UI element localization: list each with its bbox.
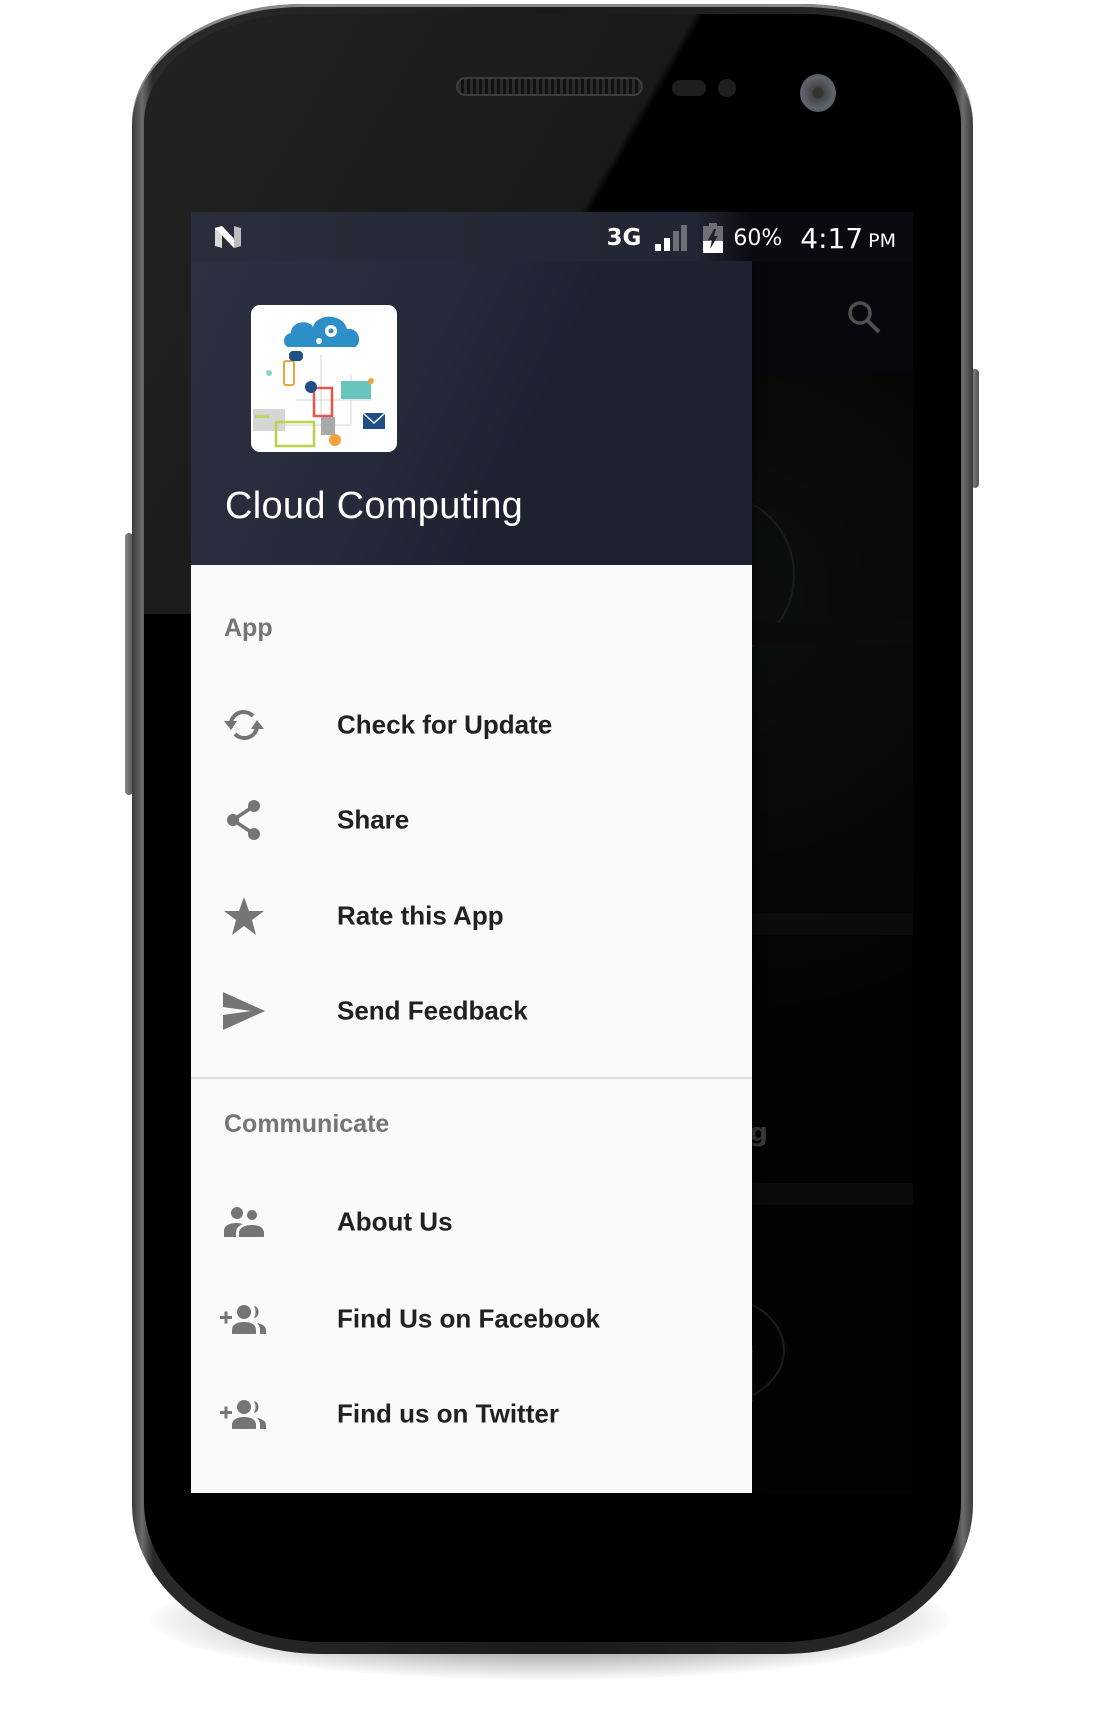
- section-label-app: App: [224, 614, 273, 642]
- menu-label: Rate this App: [337, 900, 504, 931]
- device-screen: 3G 60% 4:17 PM Cloud Computing App Check…: [191, 212, 913, 1493]
- menu-item-check-for-update[interactable]: Check for Update: [191, 679, 752, 771]
- star-icon: [219, 894, 269, 938]
- menu-item-find-us-on-facebook[interactable]: Find Us on Facebook: [191, 1273, 752, 1365]
- menu-label: Check for Update: [337, 709, 553, 740]
- menu-item-about-us[interactable]: About Us: [191, 1176, 752, 1268]
- menu-label: Send Feedback: [337, 995, 528, 1026]
- menu-label: Find us on Twitter: [337, 1398, 559, 1429]
- section-divider: [191, 1077, 752, 1079]
- battery-percent: 60%: [733, 225, 783, 251]
- clock-ampm: PM: [868, 230, 896, 252]
- menu-item-find-us-on-twitter[interactable]: Find us on Twitter: [191, 1368, 752, 1460]
- signal-strength-icon: [655, 225, 688, 251]
- group-add-icon: [219, 1392, 269, 1436]
- android-n-icon: [215, 226, 241, 248]
- menu-item-share[interactable]: Share: [191, 774, 752, 866]
- menu-label: Share: [337, 804, 410, 835]
- cloud-computing-logo: [251, 305, 397, 452]
- share-icon: [219, 798, 269, 842]
- drawer-header: Cloud Computing: [191, 261, 752, 565]
- navigation-drawer: Cloud Computing App Check for Update Sha…: [191, 261, 752, 1493]
- send-icon: [219, 989, 269, 1033]
- menu-item-send-feedback[interactable]: Send Feedback: [191, 965, 752, 1057]
- section-label-communicate: Communicate: [224, 1110, 390, 1138]
- menu-label: About Us: [337, 1206, 453, 1237]
- status-icons: 3G 60% 4:17 PM: [606, 219, 896, 257]
- menu-item-rate-this-app[interactable]: Rate this App: [191, 870, 752, 962]
- menu-label: Find Us on Facebook: [337, 1303, 600, 1334]
- network-type: 3G: [606, 225, 642, 251]
- light-sensor: [718, 79, 736, 97]
- group-add-icon: [219, 1297, 269, 1341]
- status-bar: 3G 60% 4:17 PM: [191, 212, 913, 261]
- clock-time: 4:17: [800, 221, 864, 255]
- drawer-app-title: Cloud Computing: [225, 485, 524, 527]
- sync-icon: [219, 703, 269, 747]
- proximity-sensor: [672, 80, 706, 96]
- battery-charging-icon: [703, 223, 724, 253]
- front-camera: [800, 74, 836, 112]
- earpiece-speaker: [456, 77, 643, 96]
- people-icon: [219, 1200, 269, 1244]
